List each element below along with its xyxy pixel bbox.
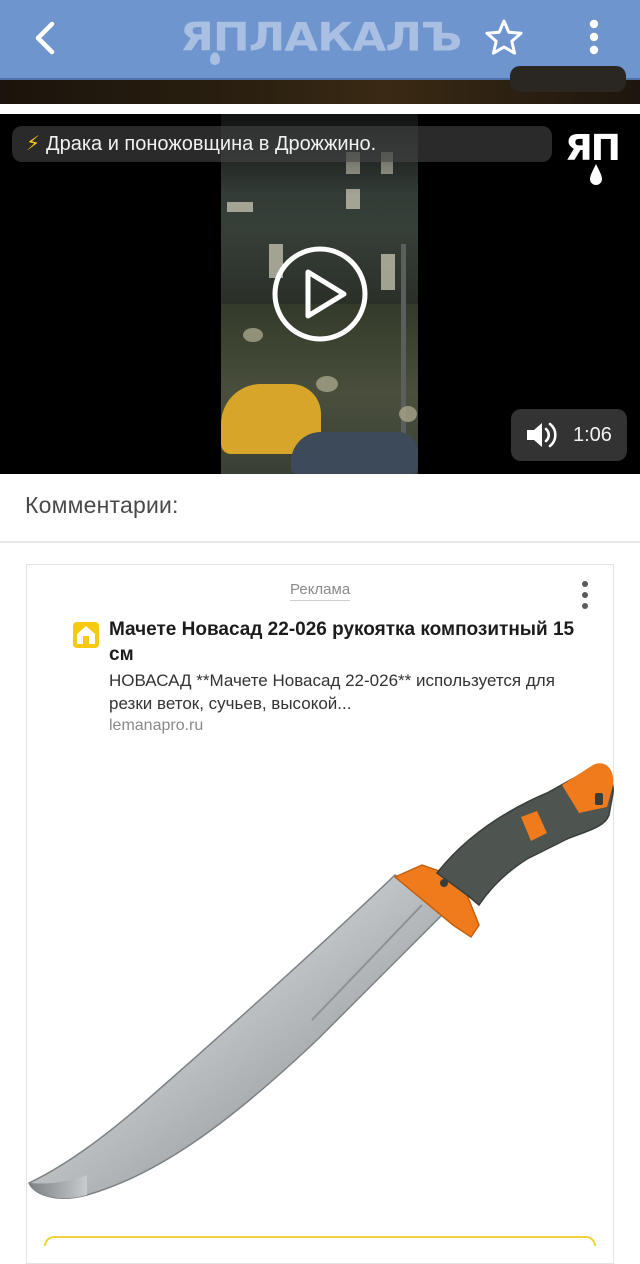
site-logo-text: ЯПЛАКАЛЪ — [180, 14, 462, 61]
ad-domain-link[interactable]: lemanapro.ru — [109, 717, 203, 735]
play-button[interactable] — [270, 244, 370, 344]
separator — [0, 104, 640, 114]
machete-product-image[interactable] — [27, 755, 615, 1215]
logo-drop-icon — [210, 52, 220, 65]
video-scene-car — [291, 432, 418, 474]
ad-cta-button-edge[interactable] — [44, 1236, 596, 1246]
comments-heading: Комментарии: — [25, 492, 179, 518]
yap-watermark-icon: ЯП — [565, 128, 621, 185]
star-outline-icon — [485, 19, 523, 55]
back-button[interactable] — [22, 14, 70, 62]
lightning-icon: ⚡ — [26, 133, 41, 155]
ad-label: Реклама — [290, 581, 351, 601]
ad-menu-button[interactable] — [575, 579, 595, 613]
previous-video-remnant — [0, 66, 640, 104]
video-duration: 1:06 — [573, 424, 612, 446]
ad-description: НОВАСАД **Мачете Новасад 22-026** исполь… — [109, 671, 555, 713]
video-player[interactable]: ⚡ Драка и поножовщина в Дрожжино. ЯП 1:06 — [0, 114, 640, 474]
store-favicon-icon — [73, 622, 99, 648]
video-controls: 1:06 — [511, 409, 627, 461]
favorite-button[interactable] — [482, 16, 526, 60]
overflow-menu-button[interactable] — [578, 16, 610, 60]
ad-card[interactable]: Реклама Мачете Новасад 22-026 рукоятка к… — [26, 564, 614, 1264]
video-title-bar: ⚡ Драка и поножовщина в Дрожжино. — [12, 126, 552, 162]
ad-title-link[interactable]: Мачете Новасад 22-026 рукоятка композитн… — [109, 617, 599, 667]
previous-video-controls — [510, 66, 626, 92]
comments-divider — [0, 541, 640, 543]
site-logo[interactable]: ЯПЛАКАЛЪ — [180, 13, 462, 65]
more-vertical-icon — [589, 19, 599, 55]
video-title: Драка и поножовщина в Дрожжино. — [46, 133, 377, 155]
chevron-left-icon — [35, 21, 55, 55]
yap-watermark-text: ЯП — [565, 128, 619, 169]
volume-icon[interactable] — [525, 420, 559, 450]
play-icon — [272, 246, 368, 342]
more-vertical-icon — [582, 581, 588, 609]
